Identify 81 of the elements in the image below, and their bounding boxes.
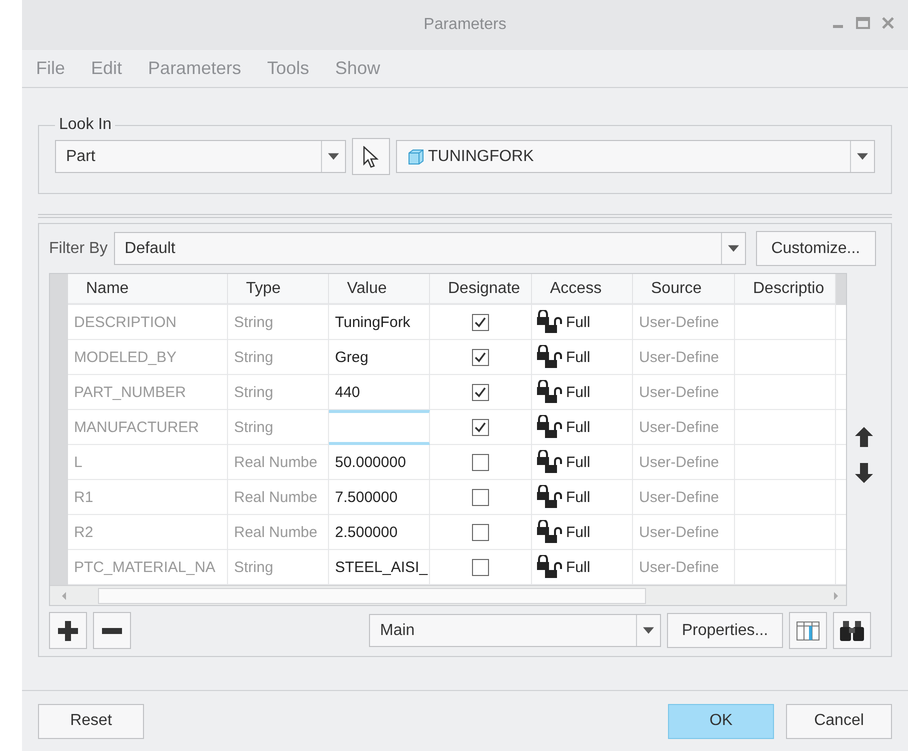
value-cell: 440 xyxy=(329,375,430,410)
column-header xyxy=(836,274,846,305)
window-title: Parameters xyxy=(424,16,506,34)
move-up-icon[interactable] xyxy=(855,426,873,446)
close-icon[interactable] xyxy=(882,17,894,29)
source-cell: User-Define xyxy=(633,375,735,410)
source-cell: User-Define xyxy=(633,445,735,480)
columns-icon xyxy=(796,620,820,640)
name-cell: R1 xyxy=(68,480,228,515)
type-cell: Real Numbe xyxy=(228,515,329,550)
row-header xyxy=(50,274,68,305)
access-text: Full xyxy=(566,454,590,470)
access-text: Full xyxy=(566,348,590,366)
move-down-icon[interactable] xyxy=(855,462,873,482)
filter-label: Filter By xyxy=(49,240,108,258)
minus-icon xyxy=(102,628,122,634)
source-cell: User-Define xyxy=(633,410,735,445)
value-cell: 7.500000 xyxy=(329,480,430,515)
filter-dropdown[interactable]: Default xyxy=(114,232,746,265)
access-text: Full xyxy=(566,418,590,436)
type-cell: String xyxy=(228,305,329,340)
value-cell: 2.500000 xyxy=(329,515,430,550)
ok-button[interactable]: OK xyxy=(668,704,774,738)
name-cell: MODELED_BY xyxy=(68,340,228,375)
access-text: Full xyxy=(566,488,590,506)
value-field[interactable] xyxy=(329,410,430,445)
properties-button[interactable]: Properties... xyxy=(667,613,783,648)
remove-button[interactable] xyxy=(93,612,131,649)
checkbox[interactable] xyxy=(472,384,489,400)
checkbox[interactable] xyxy=(472,348,489,366)
add-button[interactable] xyxy=(49,612,87,649)
type-cell: Real Numbe xyxy=(228,445,329,480)
name-cell: PART_NUMBER xyxy=(68,375,228,410)
group-label: Look In xyxy=(58,116,112,134)
type-cell: String xyxy=(228,410,329,445)
checkbox[interactable] xyxy=(472,418,489,436)
maximize-icon[interactable] xyxy=(856,17,870,29)
name-cell: MANUFACTURER xyxy=(68,410,228,445)
view-dropdown[interactable]: Main xyxy=(369,614,661,647)
plus-icon xyxy=(58,620,78,640)
reset-button[interactable]: Reset xyxy=(38,704,144,738)
columns-button[interactable] xyxy=(789,612,827,649)
source-cell: User-Define xyxy=(633,305,735,340)
type-cell: Real Numbe xyxy=(228,480,329,515)
cancel-button[interactable]: Cancel xyxy=(786,704,892,738)
access-text: Full xyxy=(566,558,590,576)
checkbox[interactable] xyxy=(472,454,489,470)
value-cell: 50.000000 xyxy=(329,445,430,480)
name-cell: DESCRIPTION xyxy=(68,305,228,340)
value-cell: Greg xyxy=(329,340,430,375)
model-name: TUNINGFORK xyxy=(428,148,534,166)
column-header[interactable]: Designate xyxy=(430,274,532,305)
source-cell: User-Define xyxy=(633,340,735,375)
column-header[interactable]: Source xyxy=(633,274,735,305)
scope-dropdown[interactable]: Part xyxy=(55,140,346,173)
column-header[interactable]: Access xyxy=(532,274,633,305)
checkbox[interactable] xyxy=(472,558,489,576)
checkbox[interactable] xyxy=(472,314,489,330)
access-text: Full xyxy=(566,524,590,540)
cube-icon xyxy=(407,148,425,166)
access-text: Full xyxy=(566,384,590,400)
cursor-icon xyxy=(362,146,380,168)
type-cell: String xyxy=(228,375,329,410)
name-cell: R2 xyxy=(68,515,228,550)
name-cell: L xyxy=(68,445,228,480)
column-header[interactable]: Descriptio xyxy=(735,274,836,305)
access-text: Full xyxy=(566,314,590,330)
customize-button[interactable]: Customize... xyxy=(756,231,876,266)
column-header[interactable]: Type xyxy=(228,274,329,305)
column-header[interactable]: Name xyxy=(68,274,228,305)
source-cell: User-Define xyxy=(633,515,735,550)
model-dropdown[interactable]: TUNINGFORK xyxy=(396,140,875,173)
binoculars-icon xyxy=(839,620,865,642)
type-cell: String xyxy=(228,340,329,375)
checkbox[interactable] xyxy=(472,524,489,540)
value-cell: TuningFork xyxy=(329,305,430,340)
select-button[interactable] xyxy=(352,138,390,175)
source-cell: User-Define xyxy=(633,480,735,515)
find-button[interactable] xyxy=(833,612,871,649)
column-header[interactable]: Value xyxy=(329,274,430,305)
checkbox[interactable] xyxy=(472,488,489,506)
